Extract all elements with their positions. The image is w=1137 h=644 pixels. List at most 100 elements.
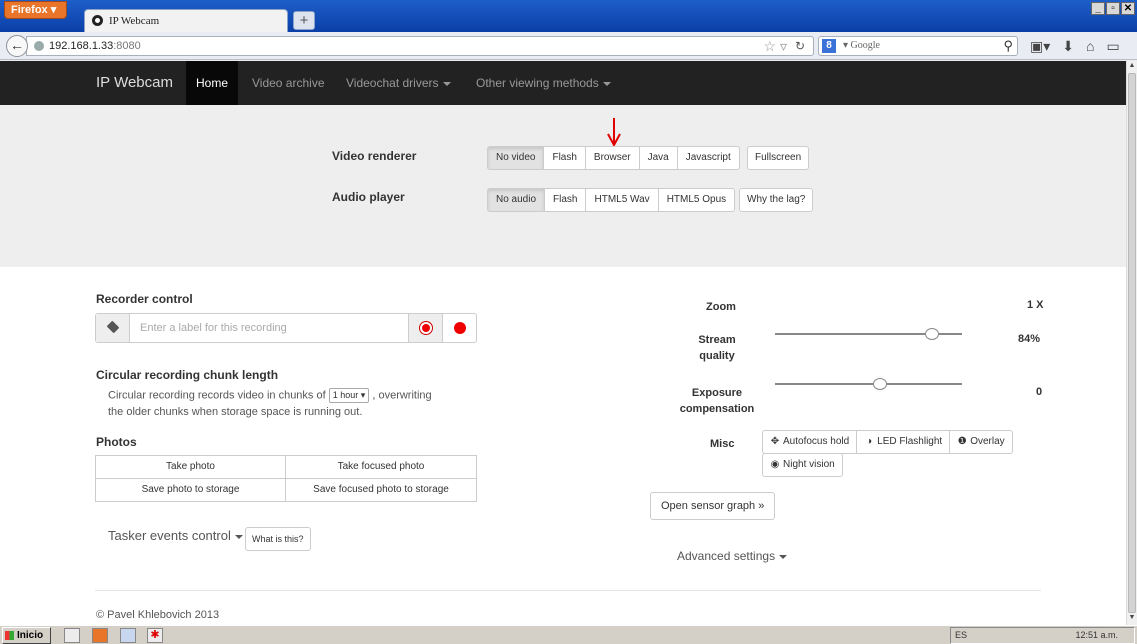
audio-flash-button[interactable]: Flash (544, 188, 587, 212)
back-button[interactable]: ← (6, 35, 28, 57)
video-browser-button[interactable]: Browser (584, 146, 640, 170)
photos-heading: Photos (96, 435, 137, 449)
circular-description: Circular recording records video in chun… (108, 388, 432, 403)
window-icon[interactable]: ▭ (1106, 38, 1119, 55)
scroll-up-icon[interactable]: ▲ (1127, 62, 1137, 72)
firefox-menu-label: Firefox (11, 4, 48, 16)
search-icon[interactable]: ⚲ (1003, 38, 1013, 54)
language-indicator[interactable]: ES (955, 628, 967, 643)
firefox-menu-button[interactable]: Firefox ▾ (4, 1, 67, 19)
circular-description-line2: the older chunks when storage space is r… (108, 406, 363, 418)
crosshair-icon: ✥ (770, 436, 780, 447)
footer-divider (95, 590, 1041, 591)
chunk-length-select[interactable]: 1 hour ▾ (328, 388, 370, 403)
search-engine-label: Google (850, 40, 880, 51)
windows-flag-icon (5, 631, 14, 640)
advanced-settings-dropdown[interactable]: Advanced settings (677, 549, 788, 563)
page-scrollbar[interactable]: ▲ ▼ (1126, 61, 1137, 625)
take-focused-photo-button[interactable]: Take focused photo (285, 455, 477, 479)
home-icon[interactable]: ⌂ (1086, 38, 1094, 55)
new-tab-button[interactable]: + (293, 11, 315, 30)
take-photo-button[interactable]: Take photo (95, 455, 286, 479)
downloads-icon[interactable]: ⬇ (1062, 38, 1074, 55)
tasker-label: Tasker events control (108, 528, 231, 543)
bookmarks-menu-icon[interactable]: ▣▾ (1030, 38, 1050, 55)
audio-html5-wav-button[interactable]: HTML5 Wav (585, 188, 659, 212)
explorer-taskbar-icon[interactable] (64, 628, 80, 643)
fullscreen-button[interactable]: Fullscreen (747, 146, 810, 170)
audio-player-group: No audio Flash HTML5 Wav HTML5 Opus (487, 188, 736, 212)
webcam-favicon-icon (92, 15, 103, 26)
audio-html5-opus-button[interactable]: HTML5 Opus (657, 188, 736, 212)
webcam-page: IP Webcam Home Video archive Videochat d… (0, 61, 1126, 625)
slider-handle[interactable] (925, 328, 940, 340)
tasker-events-dropdown[interactable]: Tasker events control (108, 528, 243, 543)
nav-videochat-drivers[interactable]: Videochat drivers (346, 76, 451, 90)
video-java-button[interactable]: Java (638, 146, 678, 170)
scroll-thumb[interactable] (1128, 73, 1136, 613)
why-lag-button[interactable]: Why the lag? (739, 188, 814, 212)
audio-no-audio-button[interactable]: No audio (487, 188, 546, 212)
exposure-value: 0 (1036, 386, 1043, 398)
exposure-slider[interactable] (775, 376, 962, 392)
word-taskbar-icon[interactable] (120, 628, 136, 643)
browser-navbar: 192.168.1.33:8080 ☆ ▿ ↻ ← 8 ▾ Google ⚲ ▣… (0, 32, 1137, 60)
record-circle-icon (420, 322, 432, 334)
close-window-button[interactable]: ✕ (1121, 2, 1135, 15)
caret-down-icon (234, 534, 243, 539)
renderer-section: Video renderer No video Flash Browser Java J… (0, 105, 1126, 267)
circular-text-after: , overwriting (372, 389, 432, 402)
record-local-button[interactable] (408, 314, 442, 342)
zoom-value: 1 X (1027, 299, 1044, 311)
brand-logo[interactable]: IP Webcam (96, 74, 173, 91)
night-vision-button[interactable]: ◉ Night vision (762, 453, 843, 477)
google-engine-icon[interactable]: 8 (822, 39, 836, 53)
app-taskbar-icon[interactable]: ✱ (147, 628, 163, 643)
photos-panel: Take photo Take focused photo Save photo… (95, 455, 477, 502)
overlay-button[interactable]: ❶ Overlay (949, 430, 1013, 454)
stream-quality-slider[interactable] (775, 326, 962, 342)
recording-label-input[interactable] (130, 314, 408, 342)
led-flashlight-button[interactable]: ◑ LED Flashlight (856, 430, 951, 454)
tag-icon (106, 320, 120, 334)
tasker-help-button[interactable]: What is this? (245, 527, 311, 551)
start-button[interactable]: Inicio (2, 627, 51, 644)
autofocus-hold-button[interactable]: ✥ Autofocus hold (762, 430, 858, 454)
video-no-video-button[interactable]: No video (487, 146, 545, 170)
stream-quality-label-line2: quality (699, 350, 735, 362)
save-photo-button[interactable]: Save photo to storage (95, 478, 286, 502)
nav-home[interactable]: Home (186, 61, 238, 105)
recorder-control (95, 313, 477, 343)
search-bar[interactable]: 8 ▾ Google ⚲ (818, 36, 1018, 56)
eye-icon: ◉ (770, 459, 780, 470)
video-renderer-label: Video renderer (332, 149, 417, 163)
open-sensor-graph-button[interactable]: Open sensor graph » (650, 492, 776, 520)
nav-other-viewing-label: Other viewing methods (476, 76, 599, 90)
site-identity-icon[interactable] (34, 41, 44, 51)
maximize-button[interactable]: ▫ (1106, 2, 1120, 15)
slider-handle[interactable] (872, 378, 887, 390)
nav-other-viewing-methods[interactable]: Other viewing methods (476, 76, 611, 90)
led-flashlight-label: LED Flashlight (877, 436, 943, 447)
label-addon (96, 314, 130, 342)
record-button[interactable] (442, 314, 476, 342)
nav-video-archive[interactable]: Video archive (252, 76, 325, 90)
exposure-label-line2: compensation (679, 403, 755, 415)
reload-icon[interactable]: ↻ (795, 39, 805, 53)
save-focused-photo-button[interactable]: Save focused photo to storage (285, 478, 477, 502)
circular-heading: Circular recording chunk length (96, 368, 279, 382)
url-port: :8080 (113, 40, 141, 52)
video-flash-button[interactable]: Flash (543, 146, 586, 170)
minimize-button[interactable]: _ (1091, 2, 1105, 15)
record-dot-icon (454, 322, 466, 334)
video-renderer-group: No video Flash Browser Java Javascript (487, 146, 740, 170)
url-bar[interactable]: 192.168.1.33:8080 ☆ ▿ ↻ (26, 36, 814, 56)
video-javascript-button[interactable]: Javascript (676, 146, 740, 170)
scroll-down-icon[interactable]: ▼ (1127, 614, 1137, 624)
slider-track (775, 383, 962, 385)
clock: 12:51 a.m. (1075, 630, 1118, 640)
caret-down-icon (779, 554, 788, 559)
firefox-taskbar-icon[interactable] (92, 628, 108, 643)
bookmark-star-icon[interactable]: ☆ ▿ (764, 38, 787, 55)
browser-tab[interactable]: IP Webcam (84, 9, 288, 32)
